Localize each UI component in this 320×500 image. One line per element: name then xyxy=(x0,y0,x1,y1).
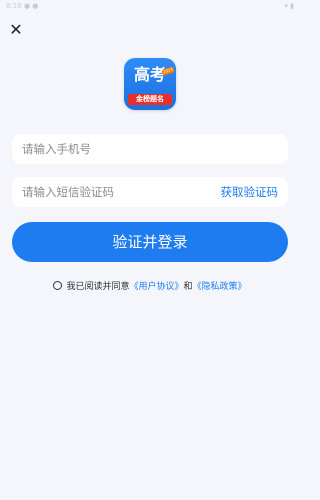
status-right: ▾ ▮ xyxy=(284,2,294,10)
agreement-and: 和 xyxy=(183,282,193,292)
agreement-radio[interactable] xyxy=(53,281,63,290)
phone-field xyxy=(12,134,288,164)
user-agreement-link[interactable]: 《用户协议》 xyxy=(129,282,183,292)
agreement-prefix: 我已阅读并同意 xyxy=(66,282,130,292)
privacy-policy-link[interactable]: 《隐私政策》 xyxy=(193,282,247,292)
code-field: 获取验证码 xyxy=(12,177,288,207)
phone-input[interactable] xyxy=(22,134,272,164)
close-icon[interactable]: ✕ xyxy=(8,22,24,38)
status-bar: 6:18 ● ● ▾ ▮ xyxy=(0,0,300,12)
get-code-button[interactable]: 获取验证码 xyxy=(221,177,279,207)
verify-login-button[interactable]: 验证并登录 xyxy=(12,222,288,262)
agreement-row: 我已阅读并同意《用户协议》和《隐私政策》 xyxy=(0,281,300,293)
logo-sub-text: 金榜题名 xyxy=(128,94,172,105)
app-logo: 高考 2024 金榜题名 xyxy=(124,58,176,110)
sms-code-input[interactable] xyxy=(22,177,202,207)
status-left: 6:18 ● ● xyxy=(6,2,39,10)
